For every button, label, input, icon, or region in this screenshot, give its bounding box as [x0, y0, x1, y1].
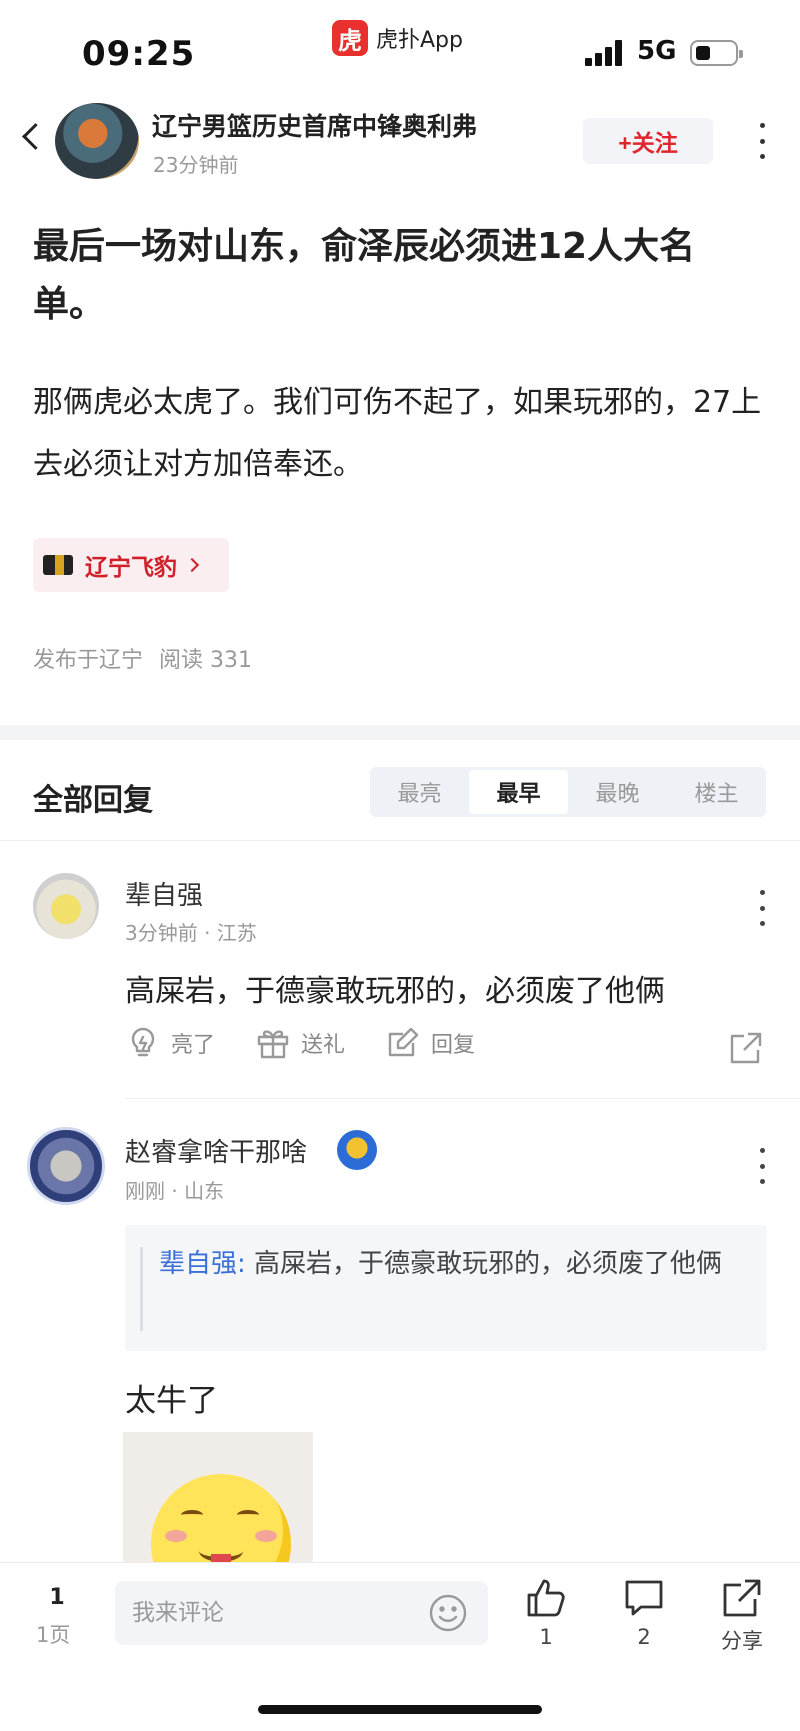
- post-title: 最后一场对山东，俞泽辰必须进12人大名单。: [33, 226, 696, 325]
- more-icon[interactable]: [750, 123, 774, 159]
- smiley-icon[interactable]: [428, 1593, 468, 1633]
- share-icon: [723, 1579, 761, 1617]
- team-logo-icon: [43, 555, 73, 575]
- comment-actions: 亮了 送礼 回复: [125, 1025, 515, 1061]
- comment-avatar[interactable]: [27, 1127, 105, 1205]
- back-arrow-icon[interactable]: [14, 117, 54, 157]
- like-count: 1: [539, 1625, 553, 1649]
- comments-button[interactable]: 2: [609, 1577, 679, 1649]
- comment-count: 2: [637, 1625, 651, 1649]
- quote-text: 辈自强: 高屎岩，于德豪敢玩邪的，必须废了他俩: [159, 1243, 749, 1286]
- reply-label: 回复: [431, 1033, 476, 1058]
- comment-username[interactable]: 辈自强: [125, 875, 203, 912]
- reply-button[interactable]: 回复: [385, 1025, 475, 1061]
- divider: [125, 1098, 800, 1099]
- page-total[interactable]: 1页: [36, 1619, 70, 1649]
- comment-more-icon[interactable]: [750, 890, 774, 926]
- app-name: 虎扑App: [376, 28, 463, 53]
- gift-icon: [257, 1030, 289, 1059]
- chevron-right-icon: [184, 557, 200, 573]
- thumbs-up-icon: [527, 1579, 565, 1617]
- post-time: 23分钟前: [153, 153, 239, 177]
- comment-text: 太牛了: [125, 1383, 218, 1419]
- post-meta: 发布于辽宁 阅读 331: [33, 642, 252, 674]
- light-button[interactable]: 亮了: [125, 1025, 215, 1061]
- tab-earliest[interactable]: 最早: [469, 770, 568, 814]
- post-body: 那俩虎必太虎了。我们可伤不起了，如果玩邪的，27上去必须让对方加倍奉还。: [33, 385, 762, 482]
- app-badge: 虎 虎扑App: [332, 20, 463, 56]
- topic-label: 辽宁飞豹: [85, 555, 177, 581]
- comment-username[interactable]: 赵睿拿啥干那啥: [125, 1132, 307, 1169]
- follow-button[interactable]: +关注: [583, 118, 713, 164]
- tab-op-only[interactable]: 楼主: [667, 767, 766, 817]
- post-header: 辽宁男篮历史首席中锋奥利弗 23分钟前 +关注: [0, 95, 800, 185]
- comment-text: 高屎岩，于德豪敢玩邪的，必须废了他俩: [125, 974, 665, 1009]
- gift-button[interactable]: 送礼: [255, 1025, 345, 1061]
- quote-username[interactable]: 辈自强:: [159, 1249, 246, 1279]
- topic-tag[interactable]: 辽宁飞豹: [33, 538, 229, 592]
- tab-brightest[interactable]: 最亮: [370, 767, 469, 817]
- network-label: 5G: [637, 36, 677, 66]
- quoted-comment: 辈自强: 高屎岩，于德豪敢玩邪的，必须废了他俩: [125, 1225, 767, 1351]
- section-divider: [0, 725, 800, 740]
- emoji-sticker-image[interactable]: [123, 1432, 313, 1562]
- current-page[interactable]: 1: [40, 1585, 74, 1610]
- author-avatar[interactable]: [55, 103, 139, 179]
- comment-bubble-icon: [625, 1580, 663, 1616]
- user-badge-icon: [337, 1130, 377, 1170]
- post-location: 发布于辽宁: [33, 648, 144, 673]
- light-label: 亮了: [171, 1033, 216, 1058]
- tab-latest[interactable]: 最晚: [568, 767, 667, 817]
- status-time: 09:25: [82, 34, 196, 74]
- battery-icon: [690, 40, 743, 66]
- like-button[interactable]: 1: [511, 1577, 581, 1649]
- status-bar: 09:25 虎 虎扑App 5G: [0, 0, 800, 95]
- comment-avatar[interactable]: [33, 873, 99, 939]
- comment-more-icon[interactable]: [750, 1148, 774, 1184]
- quote-body: 高屎岩，于德豪敢玩邪的，必须废了他俩: [245, 1249, 723, 1279]
- share-label: 分享: [721, 1629, 763, 1653]
- gift-label: 送礼: [301, 1033, 346, 1058]
- home-indicator: [258, 1705, 542, 1714]
- replies-title: 全部回复: [33, 783, 153, 818]
- divider: [0, 840, 800, 841]
- edit-reply-icon: [388, 1027, 419, 1057]
- lightbulb-icon: [131, 1027, 155, 1057]
- replies-sort-tabs: 最亮 最早 最晚 楼主: [370, 767, 766, 817]
- read-count: 阅读 331: [159, 648, 253, 673]
- signal-icon: [585, 40, 625, 66]
- author-name[interactable]: 辽宁男篮历史首席中锋奥利弗: [152, 107, 477, 143]
- share-icon[interactable]: [728, 1030, 764, 1066]
- comment-meta: 3分钟前 · 江苏: [125, 921, 257, 945]
- share-button[interactable]: 分享: [707, 1577, 777, 1655]
- hupu-logo-icon: 虎: [332, 20, 368, 56]
- quote-bar: [140, 1247, 143, 1331]
- comment-meta: 刚刚 · 山东: [125, 1179, 225, 1203]
